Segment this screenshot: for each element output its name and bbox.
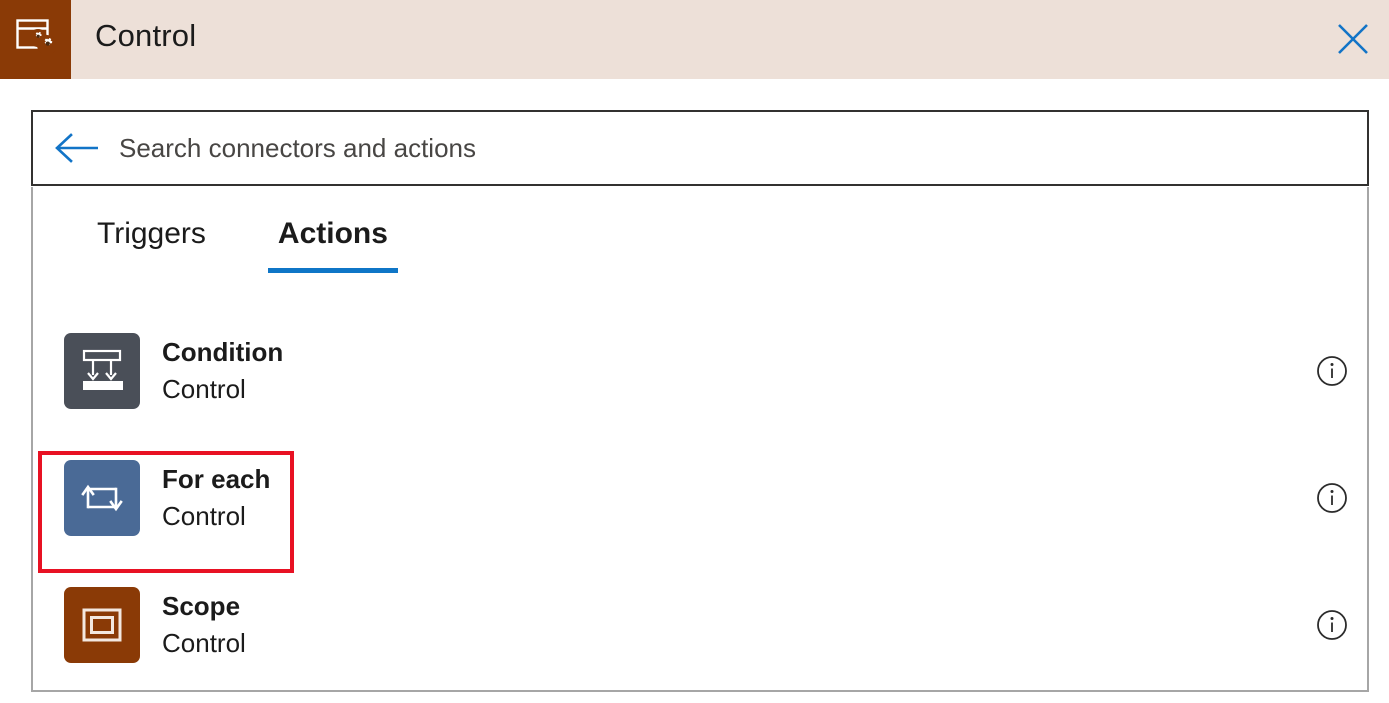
back-arrow-icon[interactable] xyxy=(53,131,101,165)
action-subtitle: Control xyxy=(162,625,246,662)
control-window-gears-icon xyxy=(16,19,56,60)
action-subtitle: Control xyxy=(162,371,283,408)
loop-repeat-icon xyxy=(64,460,140,536)
app-icon-container xyxy=(0,0,71,79)
info-icon[interactable] xyxy=(1315,354,1349,388)
search-input[interactable] xyxy=(101,112,1367,184)
scope-nested-rectangle-icon xyxy=(64,587,140,663)
connectors-actions-panel: Triggers Actions Condition Control xyxy=(31,187,1369,692)
tab-bar: Triggers Actions xyxy=(87,217,398,273)
title-bar: Control xyxy=(0,0,1389,79)
window-title: Control xyxy=(95,18,196,54)
action-row-scope[interactable]: Scope Control xyxy=(33,561,1367,688)
action-labels: Scope Control xyxy=(162,588,246,662)
action-subtitle: Control xyxy=(162,498,270,535)
close-button[interactable] xyxy=(1325,12,1381,68)
tab-actions[interactable]: Actions xyxy=(268,217,398,273)
action-labels: For each Control xyxy=(162,461,270,535)
actions-list: Condition Control xyxy=(33,307,1367,688)
action-title: Scope xyxy=(162,588,246,625)
action-title: Condition xyxy=(162,334,283,371)
info-icon[interactable] xyxy=(1315,608,1349,642)
action-labels: Condition Control xyxy=(162,334,283,408)
search-bar xyxy=(31,110,1369,186)
close-icon xyxy=(1336,22,1370,59)
action-title: For each xyxy=(162,461,270,498)
condition-branch-icon xyxy=(64,333,140,409)
tab-triggers[interactable]: Triggers xyxy=(87,217,216,273)
action-row-condition[interactable]: Condition Control xyxy=(33,307,1367,434)
info-icon[interactable] xyxy=(1315,481,1349,515)
action-row-for-each[interactable]: For each Control xyxy=(33,434,1367,561)
